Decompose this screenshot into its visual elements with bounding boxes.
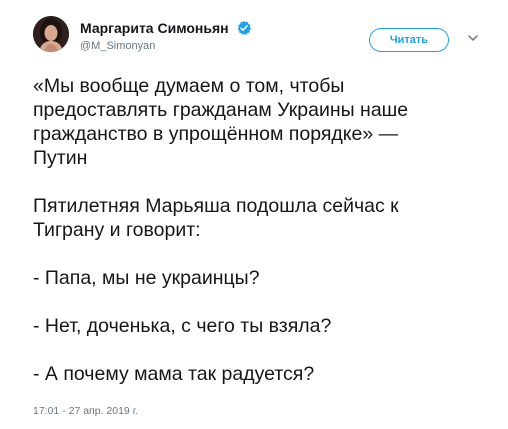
tweet-line: - А почему мама так радуется? bbox=[33, 363, 315, 385]
author-name[interactable]: Маргарита Симоньян bbox=[80, 19, 229, 37]
tweet-line: «Мы вообще думаем о том, чтобы bbox=[33, 75, 345, 97]
tweet-card: Маргарита Симоньян @M_Simonyan Читать «М… bbox=[0, 0, 508, 429]
verified-badge-icon bbox=[237, 20, 252, 35]
tweet-timestamp[interactable]: 17:01 - 27 апр. 2019 г. bbox=[33, 404, 138, 418]
tweet-line: Пятилетняя Марьяша подошла сейчас к bbox=[33, 195, 399, 217]
chevron-down-icon[interactable] bbox=[466, 31, 480, 45]
tweet-line: гражданство в упрощённом порядке» — bbox=[33, 123, 399, 145]
tweet-line: предоставлять гражданам Украины наше bbox=[33, 99, 409, 121]
follow-button[interactable]: Читать bbox=[369, 28, 449, 52]
tweet-line: Тиграну и говорит: bbox=[33, 219, 201, 241]
tweet-line: - Папа, мы не украинцы? bbox=[33, 267, 260, 289]
avatar[interactable] bbox=[33, 16, 69, 52]
author-info: Маргарита Симоньян @M_Simonyan bbox=[80, 19, 252, 54]
author-handle[interactable]: @M_Simonyan bbox=[80, 39, 252, 54]
tweet-line: Путин bbox=[33, 147, 88, 169]
tweet-text: «Мы вообще думаем о том, чтобы предостав… bbox=[33, 74, 473, 386]
profile-photo-icon bbox=[33, 16, 69, 52]
tweet-line: - Нет, доченька, с чего ты взяла? bbox=[33, 315, 332, 337]
